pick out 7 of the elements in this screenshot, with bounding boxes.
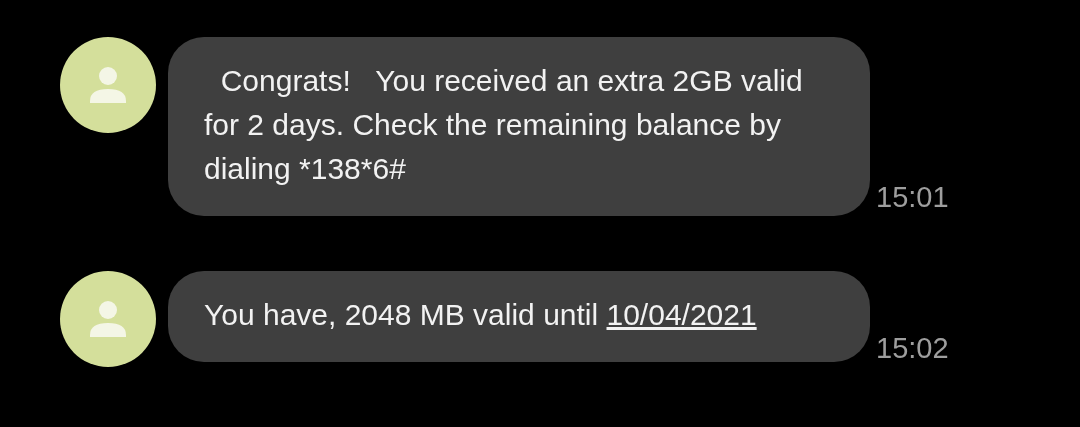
message-time: 15:02 — [876, 332, 949, 365]
message-text: Congrats! You received an extra 2GB valid for 2 days. Check the remaining balance by dialing *138*6# — [204, 63, 804, 187]
avatar-icon — [60, 37, 156, 133]
avatar-icon — [60, 271, 156, 367]
message-time: 15:01 — [876, 181, 949, 214]
date-link[interactable]: 10/04/2021 — [606, 298, 757, 331]
message-text: You have, 2048 MB valid until 10/04/2021 — [204, 297, 758, 333]
